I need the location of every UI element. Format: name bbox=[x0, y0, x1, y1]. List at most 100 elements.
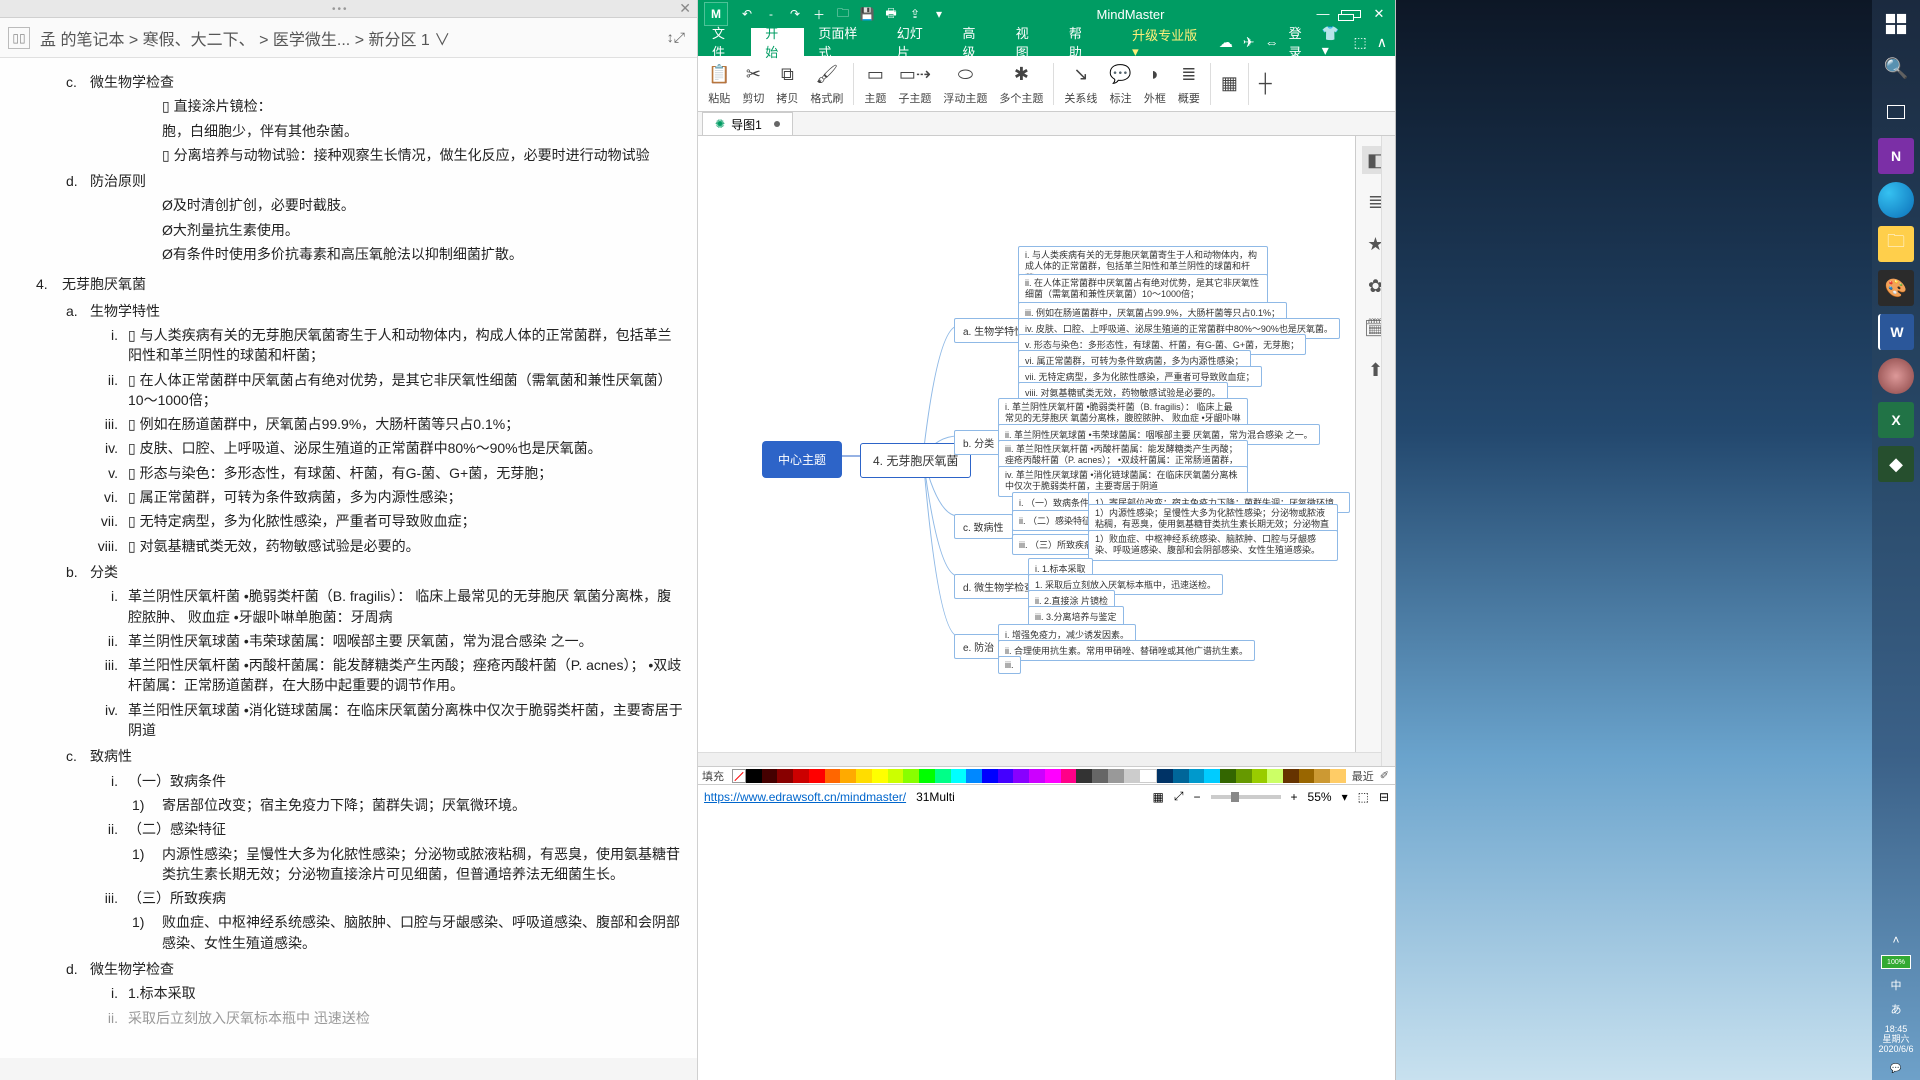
no-fill-swatch[interactable] bbox=[732, 769, 746, 783]
zoom-value[interactable]: 55% bbox=[1308, 790, 1332, 804]
menu-slide[interactable]: 幻灯片 bbox=[883, 28, 949, 56]
multi-icon: ✱ bbox=[1014, 62, 1029, 88]
line: 胞，白细胞少，伴有其他杂菌。 bbox=[162, 121, 358, 141]
search-button[interactable]: 🔍 bbox=[1878, 50, 1914, 86]
taskbar-explorer[interactable]: 🗀 bbox=[1878, 226, 1914, 262]
leaf[interactable]: iii. （三）所致疾病 bbox=[1012, 534, 1100, 555]
new-icon[interactable]: ＋ bbox=[810, 5, 828, 23]
line: 寄居部位改变；宿主免疫力下降；菌群失调；厌氧微环境。 bbox=[162, 795, 526, 815]
upgrade-button[interactable]: 升级专业版 ▾ bbox=[1118, 28, 1219, 56]
branch-c[interactable]: c. 致病性 bbox=[954, 514, 1013, 539]
taskbar-excel[interactable]: X bbox=[1878, 402, 1914, 438]
callout-button[interactable]: 💬标注 bbox=[1103, 62, 1137, 106]
taskbar-avatar[interactable] bbox=[1878, 358, 1914, 394]
ime-mode-icon[interactable]: あ bbox=[1891, 1001, 1902, 1017]
view-mode1-icon[interactable]: ▦ bbox=[1153, 790, 1164, 804]
minimize-icon[interactable]: ― bbox=[1313, 6, 1333, 22]
line: 1.标本采取 bbox=[128, 983, 196, 1003]
taskbar: 🔍 N 🗀 🎨 W X ◆ ˄ 100% 中 あ 18:45 星期六 2020/… bbox=[1396, 0, 1920, 1080]
zoom-dropdown-icon[interactable]: ▾ bbox=[1342, 790, 1348, 804]
vertical-scrollbar[interactable] bbox=[1381, 136, 1395, 766]
view-mode2-icon[interactable]: ⤢ bbox=[1174, 789, 1184, 804]
mindmap-icon: ✺ bbox=[715, 117, 725, 131]
horizontal-scrollbar[interactable] bbox=[698, 752, 1381, 766]
fit-page-icon[interactable]: ⬚ bbox=[1358, 790, 1369, 804]
task-view-button[interactable] bbox=[1878, 94, 1914, 130]
export-icon[interactable]: ⇪ bbox=[906, 5, 924, 23]
window-layout-icon[interactable]: ⬚ bbox=[1354, 34, 1367, 51]
zoom-slider[interactable] bbox=[1211, 795, 1281, 799]
taskbar-word[interactable]: W bbox=[1878, 314, 1914, 350]
zoom-in-icon[interactable]: + bbox=[1291, 790, 1298, 804]
share-icon[interactable]: ⇔ bbox=[1265, 34, 1279, 50]
battery-icon[interactable]: 100% bbox=[1881, 955, 1911, 969]
close-icon[interactable]: ✕ bbox=[1369, 6, 1389, 22]
fit-width-icon[interactable]: ⊟ bbox=[1379, 790, 1389, 804]
menu-view[interactable]: 视图 bbox=[1002, 28, 1055, 56]
send-icon[interactable]: ✈ bbox=[1243, 34, 1255, 51]
close-icon[interactable]: ✕ bbox=[679, 0, 691, 17]
color-swatches[interactable] bbox=[746, 769, 1346, 783]
notebook-icon[interactable]: ▯▯ bbox=[8, 27, 30, 49]
zoom-out-icon[interactable]: − bbox=[1194, 790, 1201, 804]
menu-help[interactable]: 帮助 bbox=[1055, 28, 1108, 56]
eyedropper-icon[interactable]: ✐ bbox=[1380, 769, 1389, 782]
login-button[interactable]: 登录 bbox=[1289, 23, 1312, 61]
print-icon[interactable]: 🖶 bbox=[882, 5, 900, 23]
taskbar-onenote[interactable]: N bbox=[1878, 138, 1914, 174]
relation-button[interactable]: ↘关系线 bbox=[1058, 62, 1103, 106]
redo-icon[interactable]: ↷ bbox=[786, 5, 804, 23]
subtopic-button[interactable]: ▭⇢子主题 bbox=[892, 62, 937, 106]
table-button[interactable]: ▦ bbox=[1215, 71, 1244, 97]
undo-icon[interactable]: ↶ bbox=[738, 5, 756, 23]
recent-label: 最近 bbox=[1352, 768, 1374, 784]
line: Ø大剂量抗生素使用。 bbox=[162, 220, 299, 240]
leaf[interactable]: 1）败血症、中枢神经系统感染、脑脓肿、口腔与牙龈感染、呼吸道感染、腹部和会阴部感… bbox=[1088, 530, 1338, 561]
menu-pagestyle[interactable]: 页面样式 bbox=[804, 28, 882, 56]
copy-button[interactable]: ⧉拷贝 bbox=[770, 62, 804, 106]
branch-e[interactable]: e. 防治 bbox=[954, 634, 1003, 659]
taskbar-edge[interactable] bbox=[1878, 182, 1914, 218]
cloud-icon[interactable]: ☁ bbox=[1219, 34, 1233, 51]
topic-button[interactable]: ▭主题 bbox=[858, 62, 892, 106]
notification-icon[interactable]: 💬 bbox=[1890, 1063, 1901, 1074]
menu-file[interactable]: 文件 bbox=[698, 28, 751, 56]
sep-icon: - bbox=[762, 5, 780, 23]
status-url[interactable]: https://www.edrawsoft.cn/mindmaster/ bbox=[704, 790, 906, 804]
nav-expand-icon[interactable]: ↕⤢ bbox=[663, 29, 689, 46]
multi-topic-button[interactable]: ✱多个主题 bbox=[993, 62, 1049, 106]
menu-start[interactable]: 开始 bbox=[751, 28, 804, 56]
floating-topic-button[interactable]: ⬭浮动主题 bbox=[937, 62, 993, 106]
cut-button[interactable]: ✂剪切 bbox=[736, 62, 770, 106]
ime-icon[interactable]: 中 bbox=[1891, 977, 1902, 993]
paste-button[interactable]: 📋粘贴 bbox=[702, 62, 736, 106]
leaf[interactable]: ii. 在人体正常菌群中厌氧菌占有绝对优势，是其它非厌氧性细菌（需氧菌和兼性厌氧… bbox=[1018, 274, 1268, 305]
taskbar-paint[interactable]: 🎨 bbox=[1878, 270, 1914, 306]
clock[interactable]: 18:45 星期六 2020/6/6 bbox=[1878, 1025, 1913, 1055]
note-content[interactable]: c.微生物学检查 ▯ 直接涂片镜检： 胞，白细胞少，伴有其他杂菌。 ▯ 分离培养… bbox=[0, 58, 697, 1058]
format-painter-button[interactable]: 🖌格式刷 bbox=[804, 62, 849, 106]
qat-dropdown-icon[interactable]: ▾ bbox=[930, 5, 948, 23]
summary-button[interactable]: ≣概要 bbox=[1172, 62, 1206, 106]
mindmap-canvas[interactable]: 中心主题 4. 无芽胞厌氧菌 a. 生物学特性 b. 分类 c. 致病性 d. … bbox=[698, 136, 1395, 766]
collapse-ribbon-icon[interactable]: ∧ bbox=[1377, 34, 1387, 51]
save-icon[interactable]: 💾 bbox=[858, 5, 876, 23]
shirt-icon[interactable]: 👕▾ bbox=[1322, 25, 1344, 59]
leaf[interactable]: ii. （二）感染特征 bbox=[1012, 510, 1098, 531]
taskbar-app[interactable]: ◆ bbox=[1878, 446, 1914, 482]
colorbar: 填充 最近 ✐ bbox=[698, 766, 1395, 784]
tray-expand-icon[interactable]: ˄ bbox=[1892, 933, 1899, 947]
menu-advanced[interactable]: 高级 bbox=[949, 28, 1002, 56]
layout-button[interactable]: ┼ bbox=[1253, 71, 1278, 97]
doc-tab[interactable]: ✺ 导图1 bbox=[702, 112, 793, 135]
start-button[interactable] bbox=[1878, 6, 1914, 42]
open-icon[interactable]: 🗀 bbox=[834, 5, 852, 23]
leaf[interactable]: ii. 合理使用抗生素。常用甲硝唑、替硝唑或其他广谱抗生素。 bbox=[998, 640, 1255, 661]
center-topic[interactable]: 中心主题 bbox=[762, 441, 842, 478]
boundary-button[interactable]: ◗外框 bbox=[1138, 62, 1172, 106]
breadcrumb[interactable]: 孟 的笔记本 > 寒假、大二下、 > 医学微生... > 新分区 1 ∨ bbox=[40, 26, 653, 50]
leaf[interactable]: iii. bbox=[998, 656, 1021, 674]
onenote-pane: ••• ✕ ▯▯ 孟 的笔记本 > 寒假、大二下、 > 医学微生... > 新分… bbox=[0, 0, 698, 1080]
restore-icon[interactable] bbox=[1341, 6, 1361, 22]
branch-b[interactable]: b. 分类 bbox=[954, 430, 1003, 455]
